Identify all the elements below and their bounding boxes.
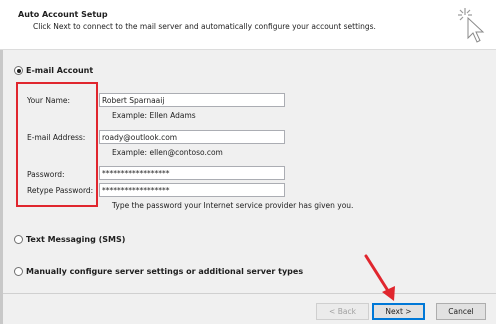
manual-config-radio[interactable] xyxy=(14,267,23,276)
email-account-radio[interactable] xyxy=(14,66,23,75)
next-button[interactable]: Next > xyxy=(372,303,425,320)
header-subtitle: Click Next to connect to the mail server… xyxy=(33,22,376,31)
email-address-input[interactable]: roady@outlook.com xyxy=(99,130,285,144)
dialog-left-border xyxy=(0,50,3,324)
wizard-header: Auto Account Setup Click Next to connect… xyxy=(0,0,496,50)
text-messaging-label: Text Messaging (SMS) xyxy=(26,235,126,244)
footer-divider xyxy=(3,293,496,294)
email-account-label: E-mail Account xyxy=(26,66,94,75)
your-name-example: Example: Ellen Adams xyxy=(112,111,196,120)
password-hint: Type the password your Internet service … xyxy=(112,201,354,210)
header-title: Auto Account Setup xyxy=(18,10,108,19)
email-address-example: Example: ellen@contoso.com xyxy=(112,148,223,157)
text-messaging-radio[interactable] xyxy=(14,235,23,244)
manual-config-label: Manually configure server settings or ad… xyxy=(26,267,304,276)
highlight-box xyxy=(16,82,98,207)
cancel-button[interactable]: Cancel xyxy=(436,303,486,320)
red-arrow-icon xyxy=(364,254,395,301)
retype-password-input[interactable]: ****************** xyxy=(99,183,285,197)
back-button[interactable]: < Back xyxy=(316,303,369,320)
wizard-cursor-icon xyxy=(458,8,485,43)
your-name-input[interactable]: Robert Sparnaaij xyxy=(99,93,285,107)
password-input[interactable]: ****************** xyxy=(99,166,285,180)
